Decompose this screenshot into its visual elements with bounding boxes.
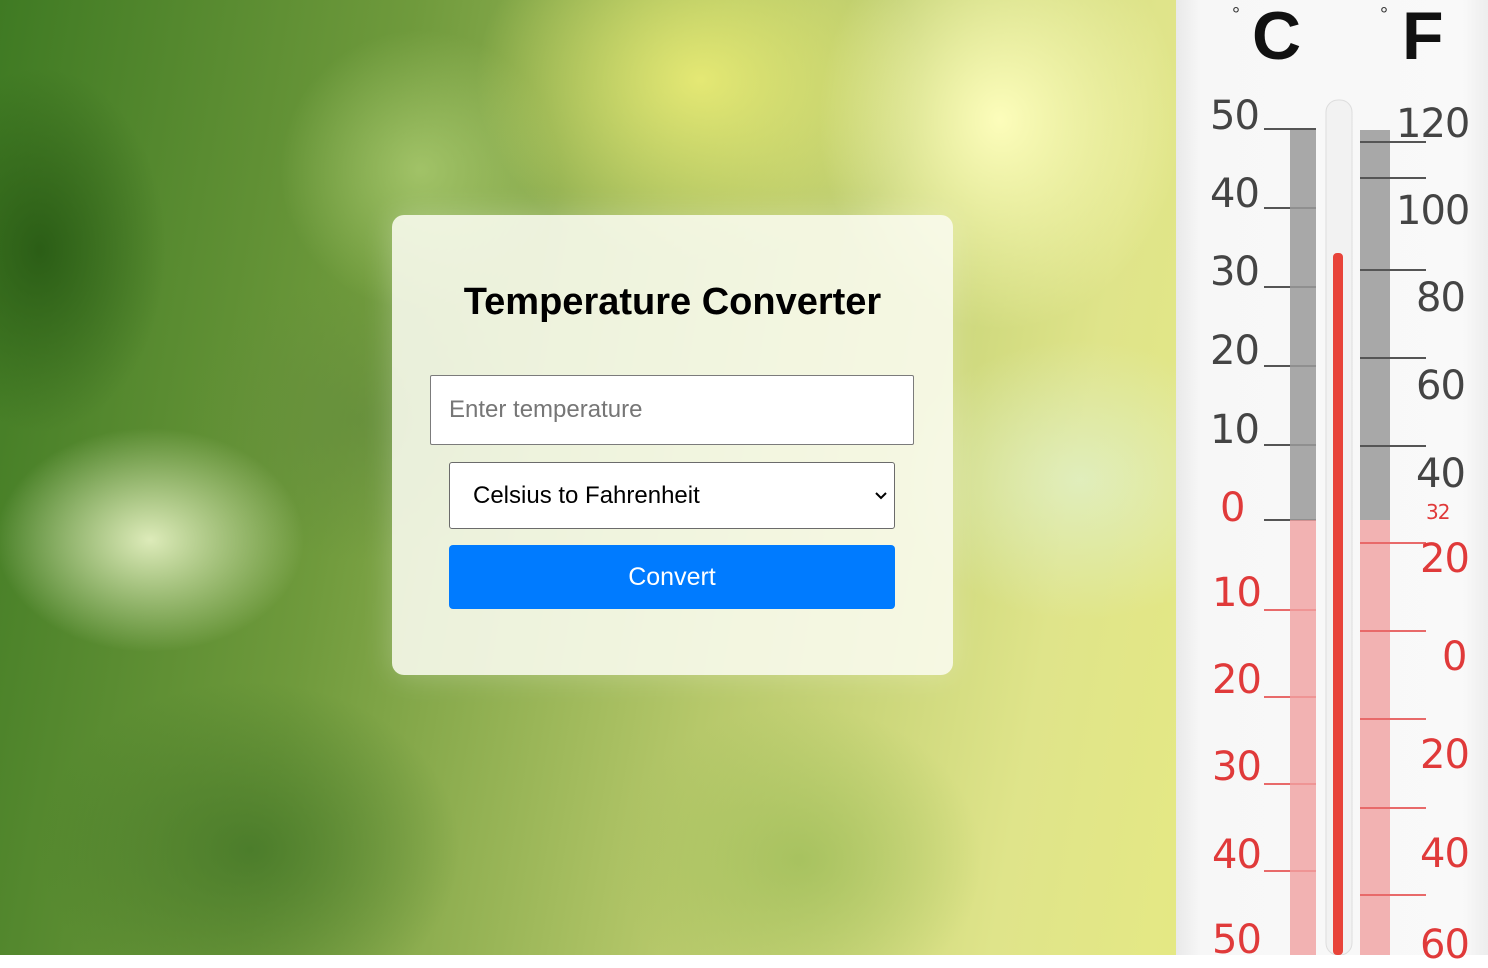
celsius-zero-label: 0 <box>1220 485 1245 531</box>
celsius-unit-label: C <box>1252 0 1302 74</box>
fahrenheit-degree-symbol: ° <box>1380 4 1388 26</box>
conversion-select[interactable]: Celsius to Fahrenheit <box>449 462 895 529</box>
fahrenheit-tick-label: 60 <box>1416 363 1466 409</box>
celsius-tick-label: 30 <box>1210 249 1260 295</box>
celsius-tick-label: 30 <box>1212 744 1262 790</box>
page-title: Temperature Converter <box>463 281 882 323</box>
fahrenheit-tick-label: 0 <box>1442 634 1467 680</box>
converter-card: Temperature Converter Celsius to Fahrenh… <box>392 215 953 675</box>
celsius-tick-label: 10 <box>1210 407 1260 453</box>
fahrenheit-tick-label: 20 <box>1420 536 1470 582</box>
fahrenheit-tick-label: 100 <box>1396 188 1470 234</box>
celsius-tick-label: 50 <box>1210 93 1260 139</box>
fahrenheit-tick-label: 40 <box>1420 831 1470 877</box>
celsius-tick-label: 40 <box>1210 171 1260 217</box>
chevron-down-icon <box>875 492 887 500</box>
fahrenheit-tick-label: 120 <box>1396 101 1470 147</box>
fahrenheit-freezing-label: 32 <box>1426 500 1450 524</box>
celsius-tick-label: 40 <box>1212 832 1262 878</box>
fahrenheit-tick-label: 80 <box>1416 275 1466 321</box>
thermometer-image: ° C ° F 50 40 30 20 10 0 10 20 30 40 50 … <box>1176 0 1488 965</box>
fahrenheit-unit-label: F <box>1402 0 1444 74</box>
fahrenheit-tick-label: 60 <box>1420 922 1470 968</box>
fahrenheit-tick-label: 40 <box>1416 451 1466 497</box>
celsius-tick-label: 20 <box>1210 328 1260 374</box>
conversion-select-value: Celsius to Fahrenheit <box>473 482 700 509</box>
celsius-tick-label: 20 <box>1212 657 1262 703</box>
celsius-tick-label: 10 <box>1212 570 1262 616</box>
temperature-input[interactable] <box>430 375 914 445</box>
fahrenheit-tick-label: 20 <box>1420 732 1470 778</box>
celsius-tick-label: 50 <box>1212 917 1262 963</box>
mercury-column <box>1333 253 1343 955</box>
celsius-degree-symbol: ° <box>1232 4 1240 26</box>
convert-button[interactable]: Convert <box>449 545 895 609</box>
